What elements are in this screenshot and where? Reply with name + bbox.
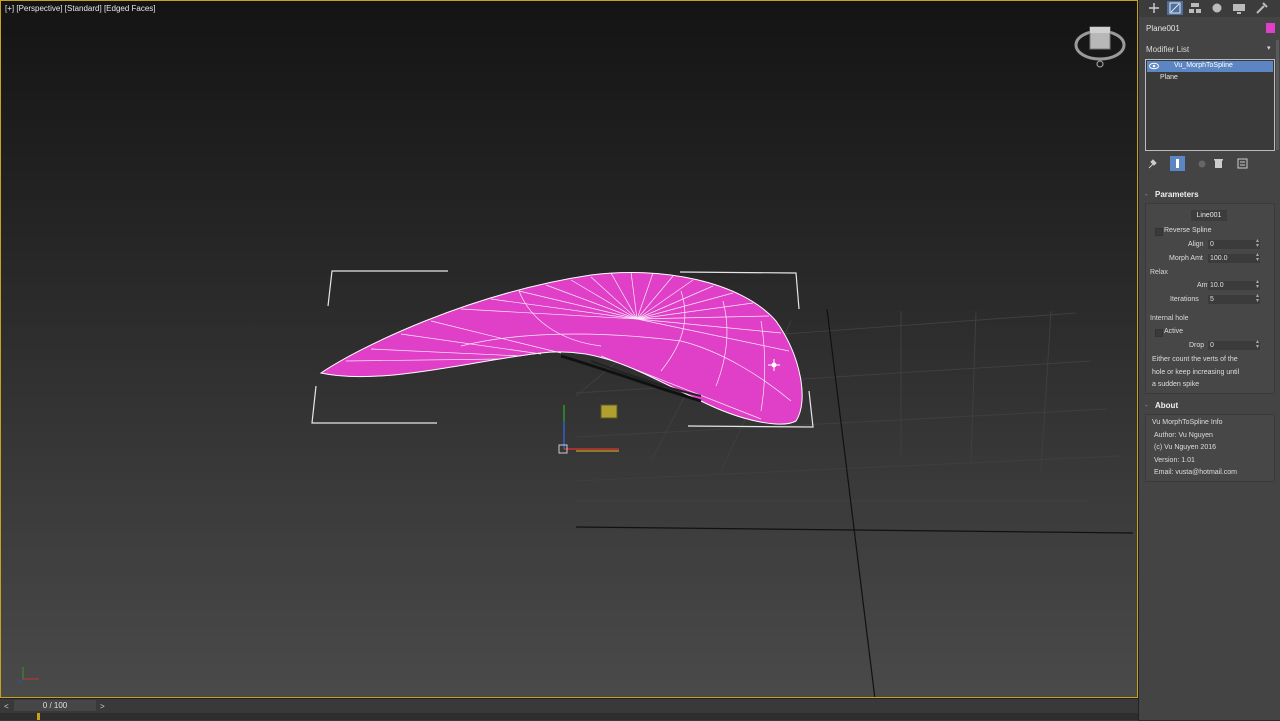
stack-toolbar [1145,156,1275,172]
motion-icon[interactable] [1209,1,1225,15]
hierarchy-icon[interactable] [1187,1,1203,15]
about-rollout: Vu MorphToSpline Info Author: Vu Nguyen … [1145,414,1275,482]
iterations-value: 5 [1210,296,1214,303]
drop-label: Drop [1189,342,1205,349]
display-icon[interactable] [1231,1,1247,15]
viewcube-icon[interactable] [1073,23,1127,71]
time-slider[interactable]: 0 / 100 [14,700,96,711]
about-line: Author: Vu Nguyen [1154,432,1213,439]
about-line: Version: 1.01 [1154,457,1195,464]
collapse-icon[interactable]: - [1145,401,1155,410]
create-icon[interactable] [1146,1,1162,15]
object-name-field[interactable]: Plane001 [1146,24,1180,33]
chevron-down-icon[interactable]: ▾ [1267,44,1271,52]
about-rollout-header[interactable]: - About [1145,401,1277,413]
configure-sets-icon[interactable] [1235,156,1250,171]
stack-item-label: Vu_MorphToSpline [1174,62,1233,69]
about-line: Email: vusta@hotmail.com [1154,469,1237,476]
active-label: Active [1164,328,1184,335]
command-panel: Plane001 Modifier List ▾ Vu_MorphToSplin… [1138,0,1280,720]
track-bar[interactable] [0,713,1138,720]
drop-spinner[interactable]: 0 ▴ ▾ [1208,339,1260,350]
time-slider-bar[interactable]: < 0 / 100 > [0,698,1138,721]
note-line: hole or keep increasing until [1152,368,1240,376]
drop-value: 0 [1210,342,1214,349]
spinner-arrows-icon[interactable]: ▴ ▾ [1256,339,1259,350]
modifier-list-dropdown[interactable]: Modifier List [1146,45,1189,54]
parameters-rollout-header[interactable]: - Parameters [1145,190,1277,202]
collapse-icon[interactable]: - [1145,190,1155,199]
next-frame-button[interactable]: > [100,702,105,711]
internal-hole-note: Either count the verts of the hole or ke… [1152,354,1257,392]
remove-modifier-icon[interactable] [1211,156,1226,171]
align-value: 0 [1210,241,1214,248]
active-checkbox[interactable] [1155,329,1163,337]
prev-frame-button[interactable]: < [4,702,9,711]
reverse-spline-label: Reverse Spline [1164,227,1212,234]
parameters-rollout: Line001 Reverse Spline Align 0 ▴ ▾ Morph A… [1145,203,1275,394]
spinner-arrows-icon[interactable]: ▴ ▾ [1256,293,1259,304]
about-line: Vu MorphToSpline Info [1152,419,1223,426]
align-label: Align [1188,241,1204,248]
spinner-arrows-icon[interactable]: ▴ ▾ [1256,252,1259,263]
modify-icon[interactable] [1167,1,1183,15]
axis-tripod-icon [15,665,43,691]
command-panel-tabs [1139,0,1280,17]
scene-canvas[interactable] [1,1,1138,698]
stack-scrollbar[interactable] [1276,40,1279,150]
pick-spline-button[interactable]: Line001 [1191,210,1227,221]
morph-amt-value: 100.0 [1210,255,1228,262]
viewport-label[interactable]: [+] [Perspective] [Standard] [Edged Face… [5,4,156,13]
morph-amt-spinner[interactable]: 100.0 ▴ ▾ [1208,252,1260,263]
reverse-spline-checkbox[interactable] [1155,228,1163,236]
eye-icon[interactable] [1149,62,1159,72]
note-line: Either count the verts of the [1152,356,1238,363]
stack-item-plane[interactable]: Plane [1160,74,1178,81]
spline-vertex-marker[interactable] [600,404,618,419]
perspective-viewport[interactable]: [+] [Perspective] [Standard] [Edged Face… [0,0,1138,698]
iterations-label: Iterations [1170,296,1199,303]
make-unique-icon[interactable] [1195,156,1210,171]
iterations-spinner[interactable]: 5 ▴ ▾ [1208,293,1260,304]
modifier-stack[interactable]: Vu_MorphToSpline Plane [1145,59,1275,151]
spinner-arrows-icon[interactable]: ▴ ▾ [1256,238,1259,249]
morph-amt-label: Morph Amt [1169,255,1203,262]
show-end-result-icon[interactable] [1170,156,1185,171]
about-line: (c) Vu Nguyen 2016 [1154,444,1216,451]
utilities-icon[interactable] [1254,1,1270,15]
stack-item-vu-morphtospline[interactable]: Vu_MorphToSpline [1147,61,1273,72]
spinner-arrows-icon[interactable]: ▴ ▾ [1256,279,1259,290]
pin-stack-icon[interactable] [1145,156,1160,171]
amt-value: 10.0 [1210,282,1224,289]
parameters-title: Parameters [1155,190,1199,199]
relax-group-label: Relax [1150,269,1168,276]
object-color-swatch[interactable] [1266,23,1275,33]
plane001-mesh[interactable] [319,271,803,425]
note-line: a sudden spike [1152,381,1200,388]
current-frame-marker[interactable] [37,713,40,720]
about-title: About [1155,401,1179,410]
amt-spinner[interactable]: 10.0 ▴ ▾ [1208,279,1260,290]
internal-hole-group-label: Internal hole [1150,315,1189,322]
align-spinner[interactable]: 0 ▴ ▾ [1208,238,1260,249]
